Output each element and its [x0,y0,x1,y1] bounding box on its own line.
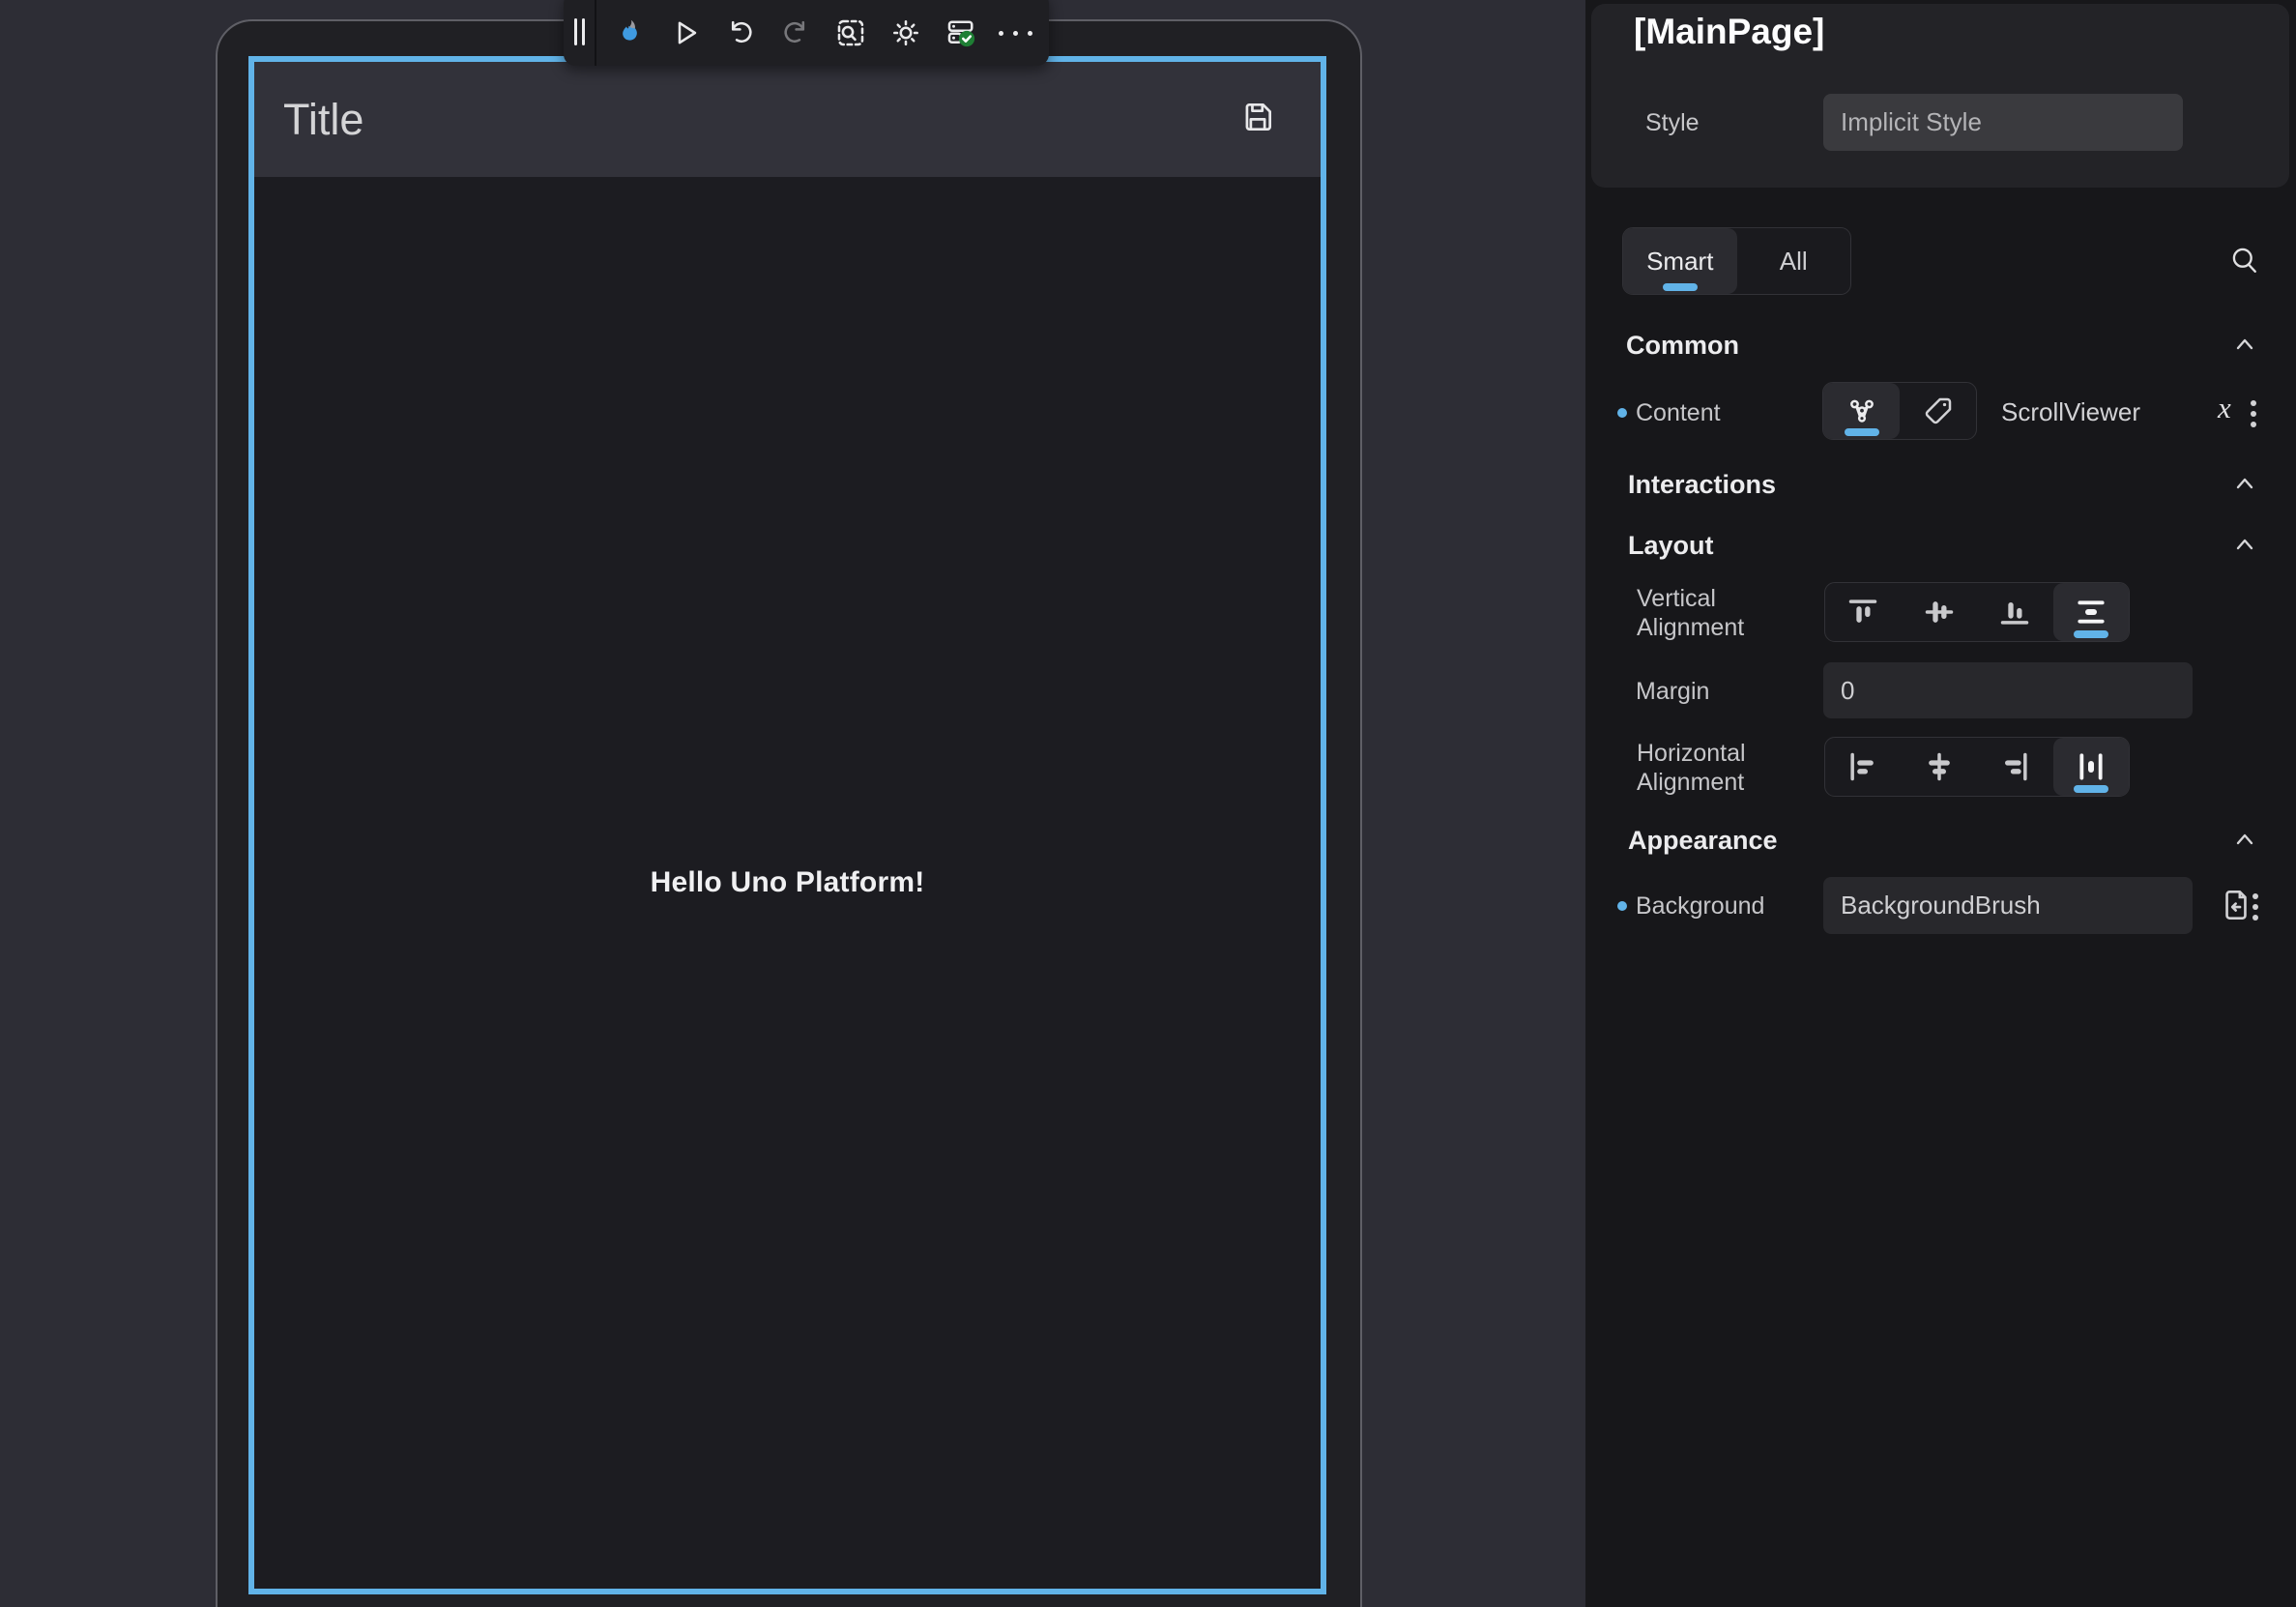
section-appearance: Appearance [1628,826,1778,856]
content-tag-toggle[interactable] [1900,383,1976,439]
background-field[interactable]: BackgroundBrush [1823,877,2193,934]
content-kebab-icon[interactable] [2251,395,2256,432]
runtime-status-icon[interactable] [940,12,982,54]
modified-dot-content [1617,408,1627,418]
binding-x-icon[interactable]: x [2218,391,2231,425]
section-common: Common [1626,331,1739,361]
section-layout: Layout [1628,531,1714,561]
save-icon[interactable] [1239,99,1276,140]
collapse-chevron-layout[interactable] [2231,535,2258,554]
content-mode-toggle [1822,382,1977,440]
margin-value: 0 [1841,676,1854,706]
tab-selected-indicator [1663,283,1698,291]
hot-design-workspace: Title Hello Uno Platform! [0,0,2296,1607]
vertical-alignment-toggle [1824,582,2130,642]
toolbar-drag-handle[interactable] [564,0,596,66]
halign-left-button[interactable] [1825,738,1902,796]
undo-icon[interactable] [719,12,762,54]
valign-top-button[interactable] [1825,583,1902,641]
tab-smart[interactable]: Smart [1623,228,1737,294]
background-label: Background [1636,892,1764,920]
horizontal-alignment-toggle [1824,737,2130,797]
content-value: ScrollViewer [2001,397,2140,427]
margin-field[interactable]: 0 [1823,662,2193,718]
collapse-chevron-interactions[interactable] [2231,474,2258,493]
halign-stretch-button[interactable] [2053,738,2130,796]
theme-brightness-icon[interactable] [885,12,927,54]
toggle-selected-indicator [2074,630,2108,638]
style-field[interactable]: Implicit Style [1823,94,2183,151]
valign-center-button[interactable] [1902,583,1978,641]
toggle-selected-indicator [1845,428,1879,436]
style-value: Implicit Style [1841,107,1982,137]
app-titlebar[interactable]: Title [254,62,1321,177]
collapse-chevron-appearance[interactable] [2231,830,2258,849]
background-kebab-icon[interactable] [2252,889,2258,925]
page-title: Title [283,95,363,145]
halign-center-button[interactable] [1902,738,1978,796]
content-label: Content [1636,399,1721,427]
collapse-chevron-common[interactable] [2231,335,2258,354]
section-interactions: Interactions [1628,470,1776,500]
more-kebab-icon[interactable] [995,12,1037,54]
resource-document-arrow-icon[interactable] [2216,885,2256,930]
play-icon[interactable] [664,12,707,54]
element-picker-icon[interactable] [829,12,872,54]
app-content-area[interactable]: Hello Uno Platform! [254,177,1321,1589]
background-value: BackgroundBrush [1841,891,2041,920]
inspector-panel: [MainPage] Style Implicit Style Smart Al… [1585,0,2296,1607]
selection-header-card: [MainPage] Style Implicit Style [1591,4,2289,188]
modified-dot-background [1617,901,1627,911]
selected-element-name: [MainPage] [1634,12,1824,52]
toggle-selected-indicator [2074,785,2108,793]
hello-text: Hello Uno Platform! [651,866,925,899]
selected-page-outline[interactable]: Title Hello Uno Platform! [248,56,1326,1594]
valign-bottom-button[interactable] [1977,583,2053,641]
uno-flame-icon[interactable] [609,12,652,54]
horizontal-alignment-label: Horizontal Alignment [1637,739,1746,797]
tab-all[interactable]: All [1737,228,1851,294]
property-tabbar: Smart All [1622,227,1851,295]
content-hierarchy-toggle[interactable] [1823,383,1900,439]
halign-right-button[interactable] [1977,738,2053,796]
valign-stretch-button[interactable] [2053,583,2130,641]
hot-design-toolbar [564,0,1049,66]
vertical-alignment-label: Vertical Alignment [1637,584,1744,642]
search-icon[interactable] [2226,243,2263,284]
margin-label: Margin [1636,678,1709,706]
redo-icon[interactable] [774,12,817,54]
style-label: Style [1645,109,1700,137]
